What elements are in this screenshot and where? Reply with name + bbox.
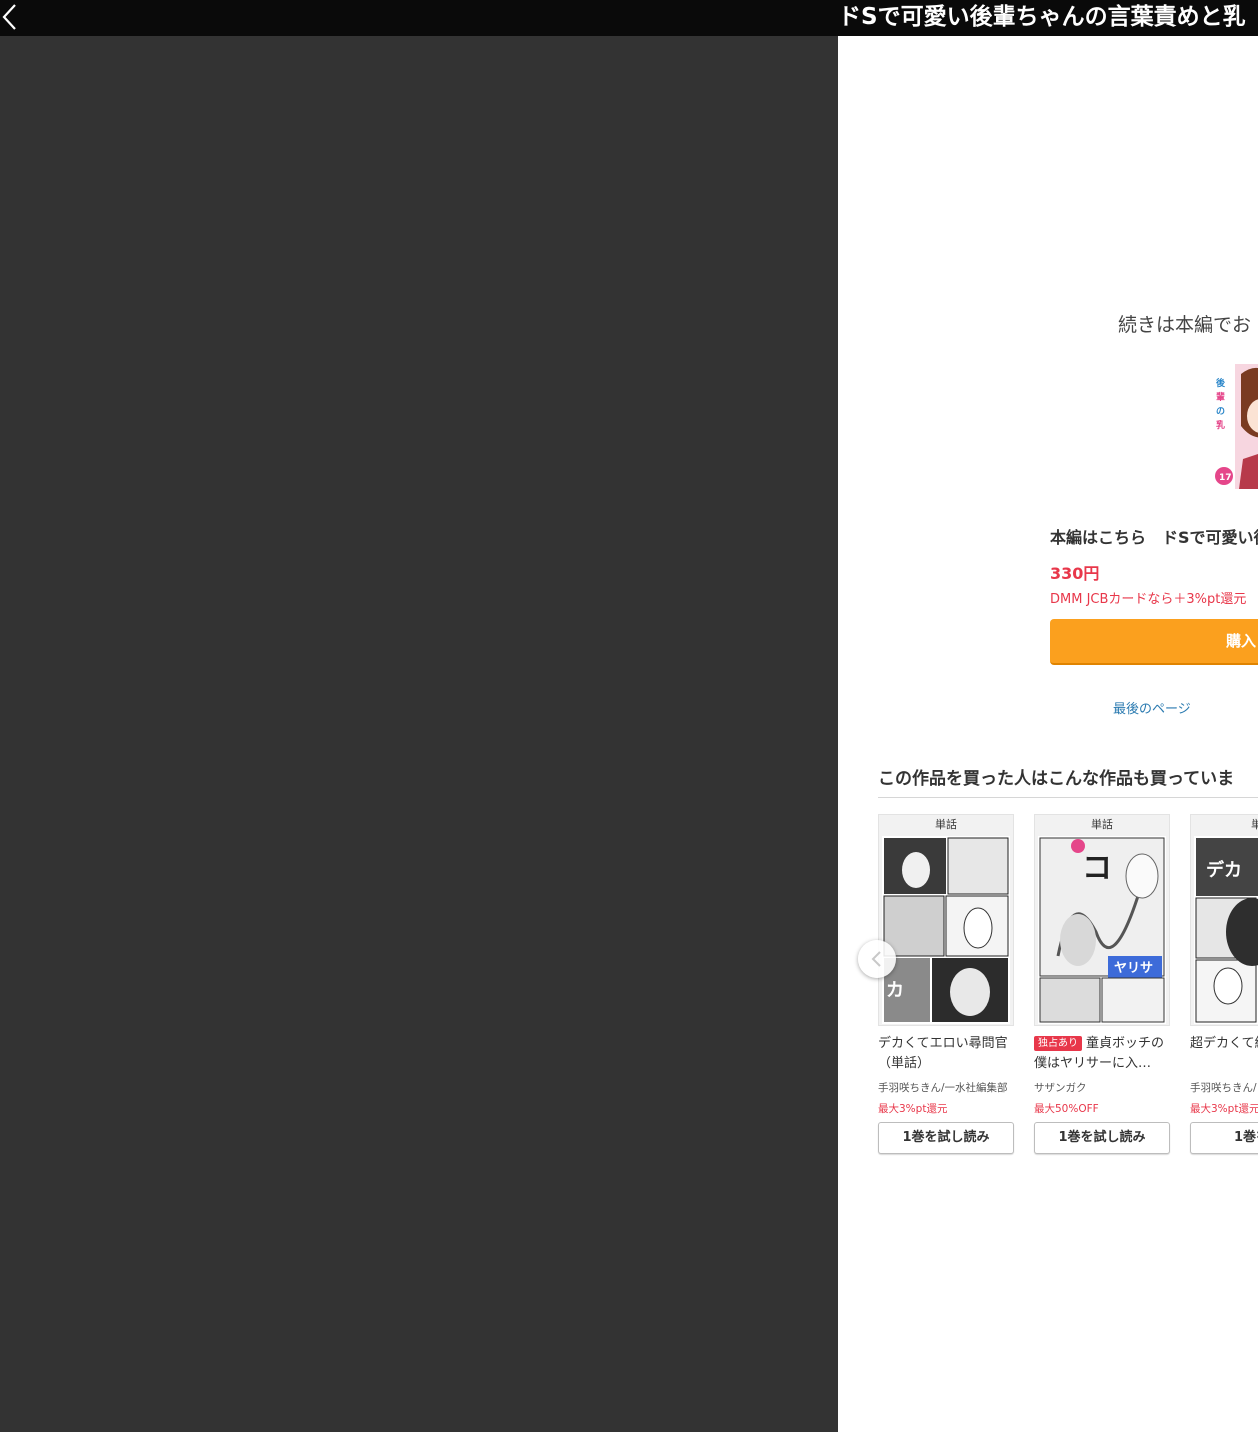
card-thumbnail[interactable]: 単 デカ bbox=[1190, 814, 1258, 1026]
jcb-promo-text: DMM JCBカードなら＋3%pt還元 bbox=[1050, 592, 1247, 607]
back-button[interactable] bbox=[0, 2, 20, 32]
card-author[interactable]: 手羽咲ちきん/一水社編集部 bbox=[878, 1080, 1014, 1095]
recommendation-card: 単 デカ 超デカくて級生（単話 手羽咲ちきん/ 最大3%pt還元 1巻を試 bbox=[1190, 814, 1258, 1154]
card-type-label: 単話 bbox=[1035, 815, 1169, 835]
card-thumbnail[interactable]: 単話 コ ヤリサ bbox=[1034, 814, 1170, 1026]
buy-button-label: 購入 bbox=[1226, 632, 1257, 650]
card-thumbnail[interactable]: 単話 カ bbox=[878, 814, 1014, 1026]
card-title[interactable]: デカくてエロい尋問官（単話） bbox=[878, 1034, 1014, 1074]
trial-read-button[interactable]: 1巻を試し読み bbox=[1034, 1122, 1170, 1154]
chevron-left-icon bbox=[2, 4, 16, 30]
divider bbox=[878, 797, 1258, 798]
svg-text:コ: コ bbox=[1082, 851, 1112, 886]
svg-text:カ: カ bbox=[886, 980, 904, 1001]
recommendation-card: 単話 カ デカくてエロい尋問官（単話） 手羽咲ちきん/一水社編集部 最大3%pt… bbox=[878, 814, 1014, 1154]
manga-thumbnail-image: デカ bbox=[1194, 836, 1258, 1024]
card-type-label: 単話 bbox=[879, 815, 1013, 835]
continue-message: 続きは本編でお bbox=[1118, 314, 1252, 336]
card-title[interactable]: 超デカくて級生（単話 bbox=[1190, 1034, 1258, 1074]
svg-text:17: 17 bbox=[1219, 473, 1232, 483]
svg-text:乳: 乳 bbox=[1216, 419, 1225, 431]
card-promo: 最大3%pt還元 bbox=[1190, 1103, 1258, 1115]
manga-thumbnail-image: コ ヤリサ bbox=[1038, 836, 1166, 1024]
svg-text:輩: 輩 bbox=[1216, 391, 1225, 403]
svg-text:後: 後 bbox=[1216, 377, 1226, 389]
card-promo: 最大50%OFF bbox=[1034, 1103, 1099, 1115]
viewer-area[interactable] bbox=[0, 36, 838, 1432]
trial-read-button[interactable]: 1巻を試し読み bbox=[878, 1122, 1014, 1154]
carousel-prev-button[interactable] bbox=[858, 940, 896, 978]
exclusive-badge: 独占あり bbox=[1034, 1036, 1082, 1051]
svg-text:デカ: デカ bbox=[1206, 859, 1242, 881]
manga-thumbnail-image: カ bbox=[882, 836, 1010, 1024]
buy-button[interactable]: 購入 bbox=[1050, 619, 1258, 665]
chevron-left-icon bbox=[871, 951, 881, 967]
cover-image[interactable]: 後 輩 の 乳 17 bbox=[1213, 364, 1258, 489]
svg-text:ヤリサ: ヤリサ bbox=[1114, 961, 1153, 976]
last-page-link[interactable]: 最後のページ bbox=[1113, 698, 1191, 717]
recommendations-heading: この作品を買った人はこんな作品も買っていま bbox=[878, 769, 1235, 789]
trial-read-button[interactable]: 1巻を試 bbox=[1190, 1122, 1258, 1154]
card-author[interactable]: 手羽咲ちきん/ bbox=[1190, 1080, 1258, 1095]
main-work-link-text[interactable]: 本編はこちら ドSで可愛い後 bbox=[1050, 524, 1258, 548]
recommendation-card: 単話 コ ヤリサ 独占あり 童貞ボッチの僕はヤリサーに入… サザンガク 最大50… bbox=[1034, 814, 1170, 1154]
svg-text:の: の bbox=[1216, 406, 1225, 417]
card-type-label: 単 bbox=[1191, 815, 1258, 835]
card-promo: 最大3%pt還元 bbox=[878, 1103, 948, 1115]
price: 330円 bbox=[1050, 564, 1100, 583]
end-panel: 続きは本編でお 後 輩 の 乳 17 本編はこちら ドSで可愛い後 330円 D… bbox=[838, 36, 1258, 1432]
card-author[interactable]: サザンガク bbox=[1034, 1080, 1170, 1095]
card-title[interactable]: 独占あり 童貞ボッチの僕はヤリサーに入… bbox=[1034, 1034, 1170, 1074]
page-title: ドSで可愛い後輩ちゃんの言葉責めと乳 bbox=[838, 4, 1246, 30]
top-bar: ドSで可愛い後輩ちゃんの言葉責めと乳 bbox=[0, 0, 1258, 36]
